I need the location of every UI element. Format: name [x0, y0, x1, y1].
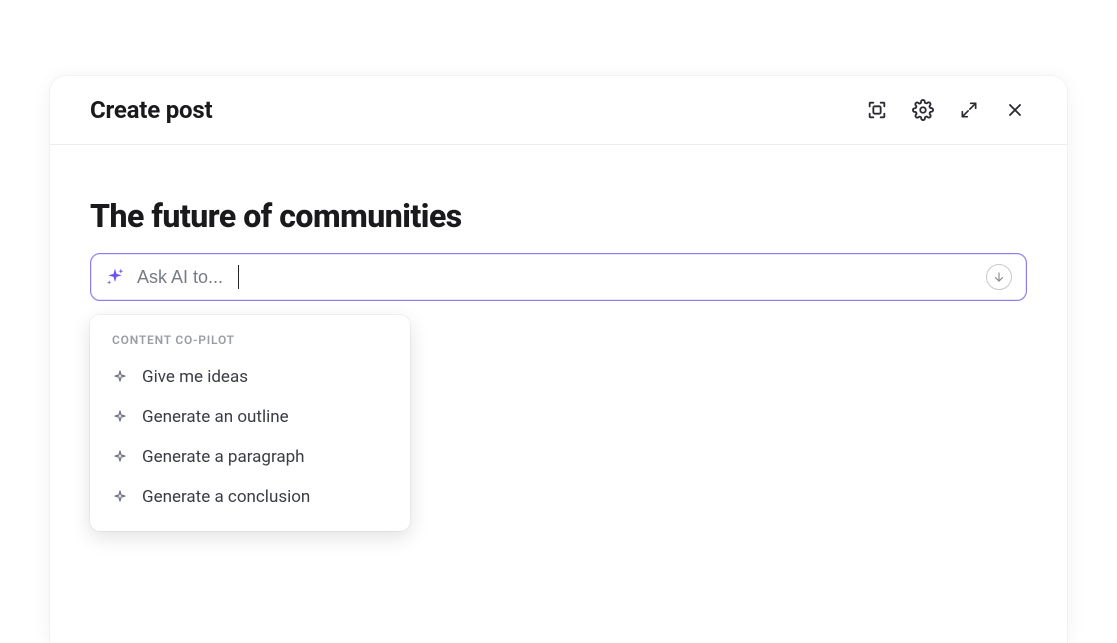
- copilot-item-label: Generate a paragraph: [142, 447, 305, 467]
- modal-title: Create post: [90, 96, 212, 124]
- modal-header: Create post: [50, 76, 1067, 145]
- header-actions: [865, 98, 1027, 122]
- sparkle-icon: [112, 449, 128, 465]
- image-scan-icon[interactable]: [865, 98, 889, 122]
- copilot-dropdown: CONTENT CO-PILOT Give me ideas: [90, 315, 410, 531]
- copilot-item-label: Generate an outline: [142, 407, 289, 427]
- copilot-item-label: Give me ideas: [142, 367, 248, 387]
- sparkle-icon: [112, 409, 128, 425]
- sparkle-icon: [105, 267, 125, 287]
- copilot-item-ideas[interactable]: Give me ideas: [90, 357, 410, 397]
- copilot-item-outline[interactable]: Generate an outline: [90, 397, 410, 437]
- create-post-modal: Create post: [50, 76, 1067, 643]
- copilot-item-paragraph[interactable]: Generate a paragraph: [90, 437, 410, 477]
- expand-icon[interactable]: [957, 98, 981, 122]
- ai-input-container[interactable]: [90, 253, 1027, 301]
- ai-input-block: CONTENT CO-PILOT Give me ideas: [90, 253, 1027, 301]
- copilot-heading: CONTENT CO-PILOT: [90, 333, 410, 357]
- modal-body: The future of communities: [50, 145, 1067, 301]
- text-cursor: [238, 265, 239, 289]
- submit-down-icon[interactable]: [986, 264, 1012, 290]
- sparkle-icon: [112, 489, 128, 505]
- sparkle-icon: [112, 369, 128, 385]
- close-icon[interactable]: [1003, 98, 1027, 122]
- copilot-item-conclusion[interactable]: Generate a conclusion: [90, 477, 410, 517]
- copilot-item-label: Generate a conclusion: [142, 487, 310, 507]
- post-title[interactable]: The future of communities: [90, 197, 1027, 235]
- settings-gear-icon[interactable]: [911, 98, 935, 122]
- ai-prompt-input[interactable]: [137, 267, 986, 288]
